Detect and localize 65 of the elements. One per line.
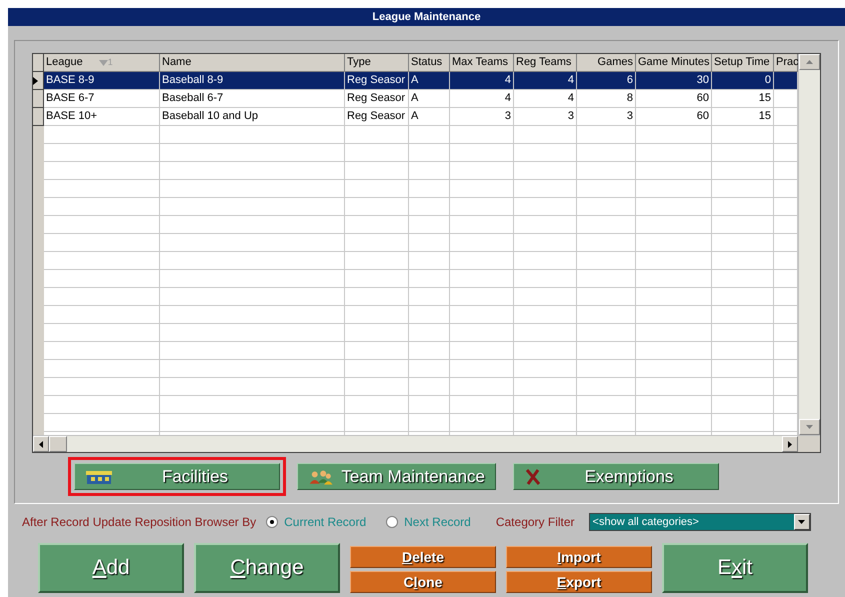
table-cell-text: Baseball 8-9 [162, 73, 224, 88]
table-cell-text: 3 [626, 109, 633, 124]
window-title: League Maintenance [8, 8, 845, 26]
table-cell-text: 15 [758, 109, 771, 124]
column-header[interactable]: Prac [774, 54, 798, 72]
scroll-thumb[interactable] [49, 436, 67, 452]
column-header[interactable]: Name [160, 54, 345, 72]
dropdown-arrow-icon [798, 520, 806, 524]
column-header[interactable]: Max Teams [450, 54, 514, 72]
table-cell-text: BASE 6-7 [46, 91, 94, 106]
action-button[interactable]: Delete [350, 546, 496, 568]
category-filter-dropdown[interactable]: <show all categories> [588, 513, 811, 531]
table-cell-text: Reg Seasor [347, 109, 406, 124]
down-arrow-icon [806, 425, 813, 429]
table-row[interactable]: BASE 8-9 Baseball 8-9 Reg Seasor A 4 4 6 30 0 [33, 72, 798, 90]
table-cell-text: Reg Seasor [347, 91, 406, 106]
column-header[interactable]: Game Minutes [636, 54, 712, 72]
table-cell-text: 3 [504, 109, 511, 124]
building-icon [85, 468, 113, 484]
table-cell-text: BASE 10+ [46, 109, 98, 124]
x-mark-icon [524, 468, 542, 486]
column-header[interactable]: League 1 [44, 54, 160, 72]
table-cell-text: 4 [568, 73, 574, 88]
row-header[interactable] [33, 108, 44, 126]
sort-icon [98, 60, 108, 66]
table-cell-text: 8 [626, 91, 633, 106]
category-filter-label: Category Filter [496, 514, 575, 531]
scrollbar-corner [798, 436, 820, 452]
table-cell-text: 0 [764, 73, 771, 88]
horizontal-scrollbar[interactable] [33, 436, 798, 452]
left-arrow-icon [39, 440, 43, 448]
table-cell-text: A [411, 91, 418, 106]
sort-order: 1 [108, 56, 113, 69]
table-cell-text: 60 [696, 109, 709, 124]
action-button[interactable]: Export [506, 571, 652, 593]
table-cell-text: 30 [696, 73, 709, 88]
row-header[interactable] [33, 90, 44, 108]
column-header[interactable]: Reg Teams [514, 54, 577, 72]
reposition-label: After Record Update Reposition Browser By [22, 514, 256, 531]
table-cell-text: Baseball 10 and Up [162, 109, 258, 124]
table-cell-text: A [411, 109, 418, 124]
up-arrow-icon [806, 60, 813, 64]
column-header[interactable]: Type [345, 54, 409, 72]
table-cell-text: 6 [626, 73, 633, 88]
table-cell-text: 60 [696, 91, 709, 106]
table-cell-text: 3 [568, 109, 574, 124]
table-cell-text: A [411, 73, 418, 88]
row-header[interactable] [33, 72, 44, 90]
action-button[interactable]: Clone [350, 571, 496, 593]
table-cell-text: Reg Seasor [347, 73, 406, 88]
right-arrow-icon [788, 440, 792, 448]
table-cell-text: 4 [568, 91, 574, 106]
column-header[interactable]: Games [577, 54, 636, 72]
vertical-scrollbar[interactable] [798, 54, 820, 435]
column-header[interactable]: Setup Time [712, 54, 774, 72]
column-header[interactable]: Status [409, 54, 450, 72]
table-cell-text: Baseball 6-7 [162, 91, 224, 106]
people-icon [308, 468, 334, 486]
action-button[interactable]: Import [506, 546, 652, 568]
row-pointer-icon [33, 76, 38, 84]
table-cell-text: 4 [504, 73, 511, 88]
table-row[interactable]: BASE 6-7 Baseball 6-7 Reg Seasor A 4 4 8 60 15 [33, 90, 798, 108]
table-cell-text: 4 [504, 91, 511, 106]
table-cell-text: 15 [758, 91, 771, 106]
table-cell-text: BASE 8-9 [46, 73, 94, 88]
